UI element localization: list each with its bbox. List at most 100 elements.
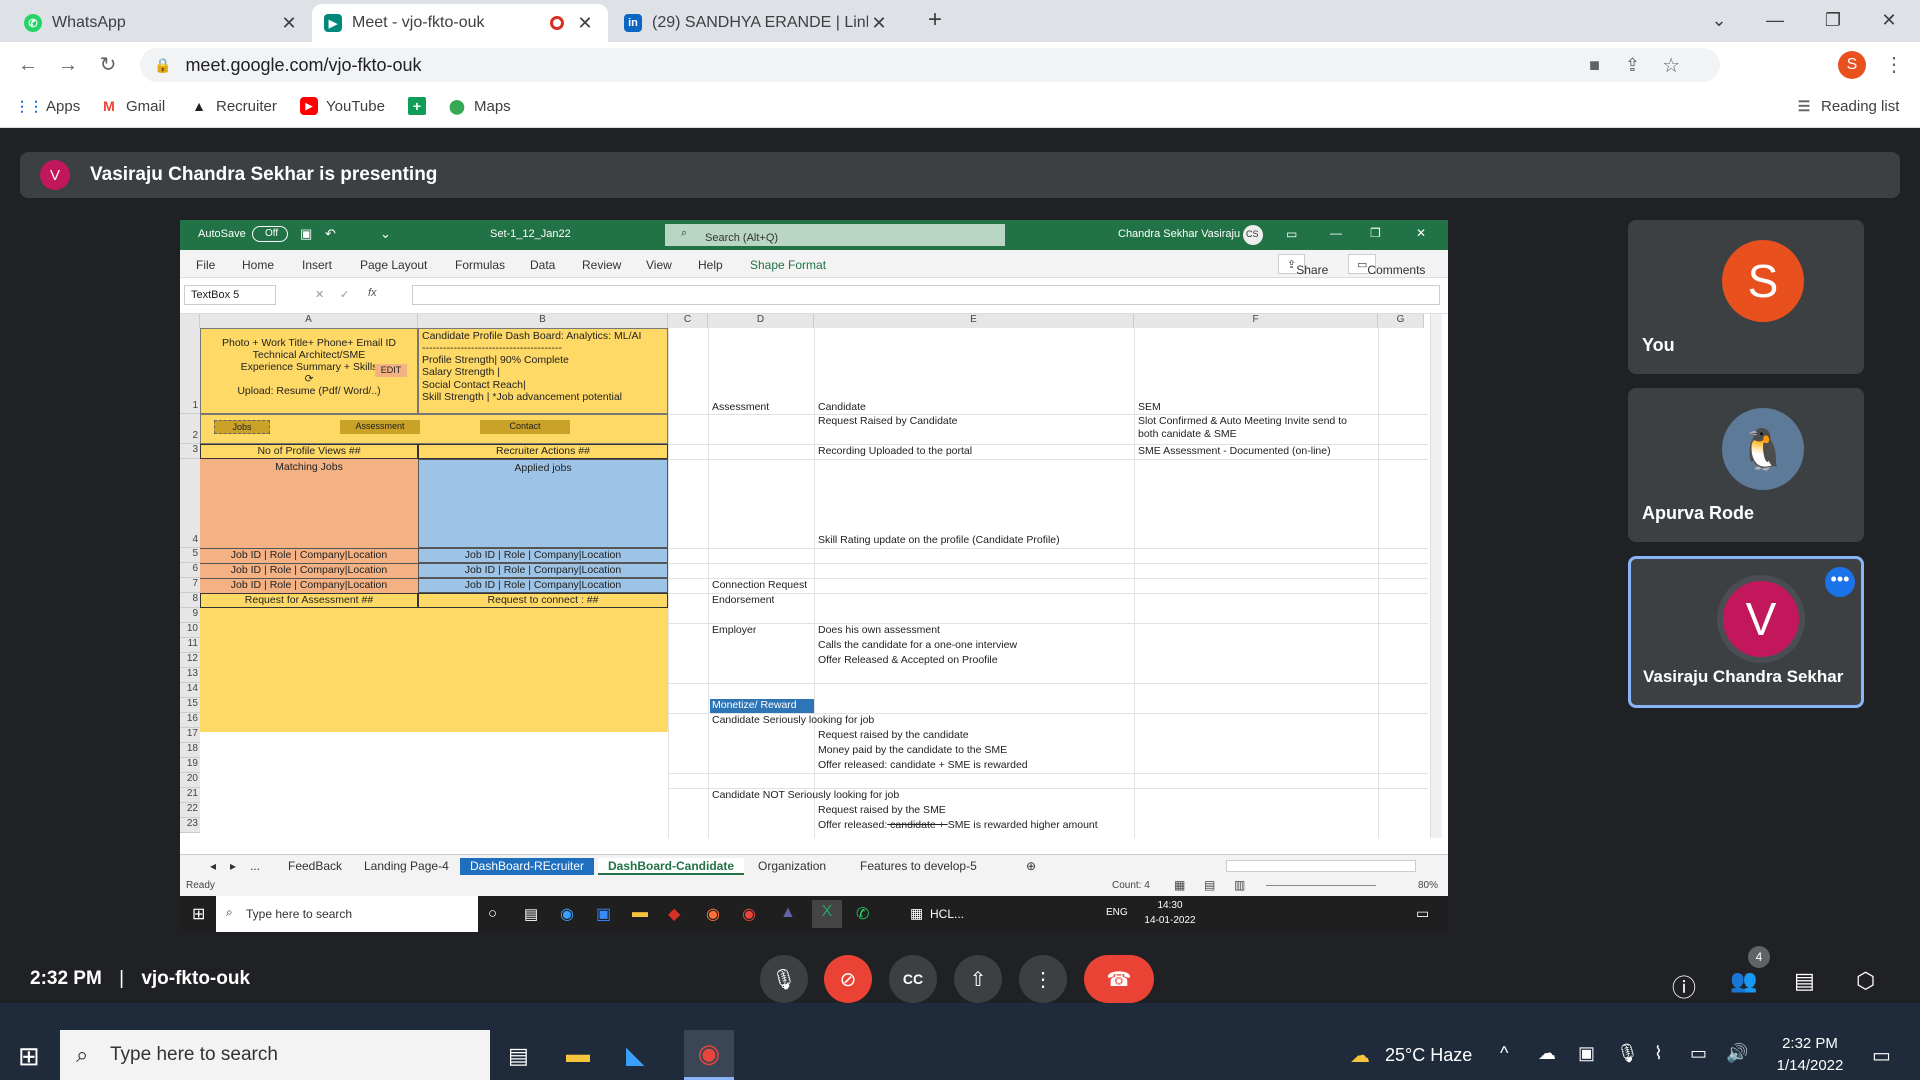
sheet-tab[interactable]: Organization: [748, 858, 836, 875]
notification-center-icon[interactable]: ▭: [1872, 1043, 1891, 1068]
f-cell[interactable]: Slot Confirmed & Auto Meeting Invite sen…: [1138, 415, 1347, 428]
d-cell[interactable]: Assessment: [712, 401, 769, 414]
row-header[interactable]: 22: [180, 803, 200, 818]
close-tab-icon[interactable]: ✕: [278, 13, 300, 34]
reload-icon[interactable]: ↻: [94, 51, 122, 79]
dashboard-box[interactable]: Candidate Profile Dash Board: Analytics:…: [418, 328, 668, 414]
explorer-icon[interactable]: ▬: [632, 904, 648, 922]
tab-linkedin[interactable]: in (29) SANDHYA ERANDE | Linkedl ✕: [612, 4, 902, 42]
col-header[interactable]: F: [1134, 314, 1378, 328]
row-header[interactable]: 13: [180, 668, 200, 683]
cancel-entry-icon[interactable]: ✕: [315, 288, 324, 301]
task-view-icon[interactable]: ▤: [524, 905, 538, 923]
page-layout-icon[interactable]: ▤: [1204, 878, 1215, 892]
zoom-level[interactable]: 80%: [1418, 880, 1438, 891]
matching-job-row[interactable]: Job ID | Role | Company|Location: [200, 578, 418, 593]
excel-close-icon[interactable]: ✕: [1416, 226, 1426, 240]
bookmark-recruiter[interactable]: ▲ Recruiter: [190, 97, 277, 115]
microphone-tray-icon[interactable]: 🎙: [1616, 1043, 1639, 1064]
applied-job-row[interactable]: Job ID | Role | Company|Location: [418, 563, 668, 578]
battery-icon[interactable]: ▭: [1690, 1043, 1707, 1064]
matching-job-row[interactable]: Job ID | Role | Company|Location: [200, 548, 418, 563]
normal-view-icon[interactable]: ▦: [1174, 878, 1185, 892]
row-header[interactable]: 9: [180, 608, 200, 623]
captions-button[interactable]: CC: [889, 955, 937, 1003]
add-sheet-icon[interactable]: ⊕: [1016, 858, 1046, 875]
hcl-app-icon[interactable]: ▦: [910, 905, 923, 922]
weather-text[interactable]: 25°C Haze: [1385, 1045, 1472, 1066]
row-header[interactable]: 8: [180, 593, 200, 608]
notifications-icon[interactable]: ▭: [1416, 905, 1429, 922]
e-cell[interactable]: Offer Released & Accepted on Proofile: [818, 654, 998, 667]
menu-view[interactable]: View: [646, 258, 672, 272]
row-header[interactable]: 16: [180, 713, 200, 728]
reading-list[interactable]: ☰ Reading list: [1795, 97, 1900, 115]
chrome-menu-icon[interactable]: ⋮: [1880, 51, 1908, 79]
chrome-icon[interactable]: ◉: [742, 904, 756, 924]
menu-home[interactable]: Home: [242, 258, 274, 272]
volume-icon[interactable]: 🔊: [1726, 1043, 1748, 1064]
col-header[interactable]: G: [1378, 314, 1424, 328]
people-icon[interactable]: 👥: [1730, 968, 1757, 994]
f-cell[interactable]: both canidate & SME: [1138, 428, 1237, 441]
back-icon[interactable]: ←: [14, 51, 42, 79]
mic-button[interactable]: 🎙: [760, 955, 808, 1003]
function-icon[interactable]: fx: [368, 287, 377, 299]
meeting-details-icon[interactable]: ⓘ: [1672, 968, 1696, 1003]
file-explorer-icon[interactable]: ▬: [566, 1041, 590, 1069]
firefox-icon[interactable]: ◉: [706, 904, 720, 924]
row-header[interactable]: 23: [180, 818, 200, 833]
row-header[interactable]: 2: [180, 414, 200, 444]
row-header[interactable]: 7: [180, 578, 200, 593]
f-cell[interactable]: SME Assessment - Documented (on-line): [1138, 445, 1331, 458]
d-cell[interactable]: Candidate Seriously looking for job: [712, 714, 874, 727]
menu-review[interactable]: Review: [582, 258, 621, 272]
hidden-icons-chevron[interactable]: ^: [1500, 1043, 1508, 1064]
menu-shape-format[interactable]: Shape Format: [750, 258, 826, 272]
close-window-button[interactable]: ✕: [1866, 6, 1912, 34]
minimize-button[interactable]: —: [1752, 6, 1798, 34]
lang-label[interactable]: ENG: [1106, 907, 1128, 918]
tab-meet[interactable]: ▶ Meet - vjo-fkto-ouk ✕: [312, 4, 608, 42]
row-header[interactable]: 12: [180, 653, 200, 668]
maximize-button[interactable]: ❐: [1810, 6, 1856, 34]
clock-time[interactable]: 2:32 PM: [1770, 1035, 1850, 1052]
matching-job-row[interactable]: Job ID | Role | Company|Location: [200, 563, 418, 578]
clock-date[interactable]: 1/14/2022: [1770, 1057, 1850, 1074]
menu-page-layout[interactable]: Page Layout: [360, 258, 427, 272]
f-cell[interactable]: SEM: [1138, 401, 1161, 414]
row-header[interactable]: 18: [180, 743, 200, 758]
excel-minimize-icon[interactable]: —: [1330, 226, 1342, 240]
col-header[interactable]: C: [668, 314, 708, 328]
col-header[interactable]: D: [708, 314, 814, 328]
formula-input[interactable]: [412, 285, 1440, 305]
menu-file[interactable]: File: [196, 258, 215, 272]
teams-icon[interactable]: ▲: [780, 904, 796, 922]
row-header[interactable]: 20: [180, 773, 200, 788]
ribbon-display-icon[interactable]: ▭: [1286, 227, 1297, 241]
excel-icon[interactable]: X: [812, 900, 842, 928]
d-cell[interactable]: Connection Request: [712, 579, 807, 592]
menu-insert[interactable]: Insert: [302, 258, 332, 272]
row-header[interactable]: 14: [180, 683, 200, 698]
participant-tile-apurva[interactable]: 🐧 Apurva Rode: [1628, 388, 1864, 542]
save-icon[interactable]: ▣: [300, 226, 312, 242]
row-header[interactable]: 11: [180, 638, 200, 653]
sheet-more[interactable]: ...: [240, 858, 270, 875]
new-tab-button[interactable]: +: [912, 6, 958, 34]
close-tab-icon[interactable]: ✕: [868, 13, 890, 34]
excel-search-input[interactable]: ⌕ Search (Alt+Q): [665, 224, 1005, 246]
more-options-button[interactable]: ⋮: [1019, 955, 1067, 1003]
share-button[interactable]: ⇪ Share: [1278, 254, 1328, 277]
zoom-slider[interactable]: [1266, 885, 1376, 886]
windows-search-box[interactable]: ⌕ Type here to search: [60, 1030, 490, 1080]
applied-job-row[interactable]: Job ID | Role | Company|Location: [418, 548, 668, 563]
applied-jobs-cell[interactable]: Applied jobs: [418, 459, 668, 548]
comments-button[interactable]: ▭ Comments: [1348, 254, 1425, 277]
bookmark-gmail[interactable]: M Gmail: [100, 97, 165, 115]
row-header[interactable]: 4: [180, 459, 200, 548]
undo-icon[interactable]: ↶: [325, 226, 336, 242]
e-cell-strikethrough[interactable]: Offer released: candidate + SME is rewar…: [818, 819, 1098, 832]
vscode-icon[interactable]: ◣: [626, 1041, 644, 1070]
close-tab-icon[interactable]: ✕: [574, 13, 596, 34]
